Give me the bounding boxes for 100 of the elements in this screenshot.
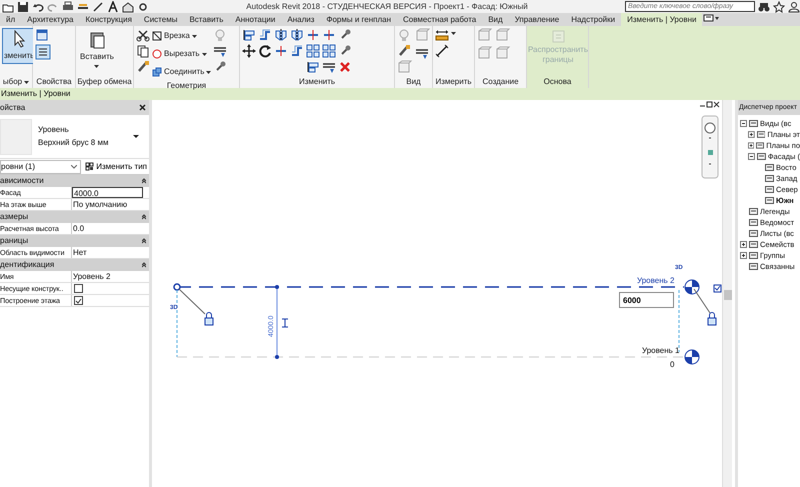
dimension-icon[interactable] bbox=[435, 44, 449, 58]
mirror-icon[interactable] bbox=[274, 28, 288, 42]
ribbon-tab[interactable]: Архитектура bbox=[21, 13, 80, 26]
caret-icon bbox=[192, 34, 197, 38]
join-icon bbox=[152, 67, 162, 77]
ribbon-tab[interactable]: йл bbox=[0, 13, 22, 26]
panel-label: ыбор bbox=[2, 76, 22, 88]
ribbon-tab[interactable]: Аннотации bbox=[229, 13, 282, 26]
collapse-icon[interactable] bbox=[740, 120, 747, 127]
ribbon-tab[interactable]: Надстройки bbox=[565, 13, 622, 26]
property-value: По умолчанию bbox=[72, 199, 128, 210]
checkbox[interactable] bbox=[74, 284, 83, 293]
offset-icon[interactable] bbox=[290, 44, 304, 58]
mirror-icon[interactable] bbox=[290, 28, 304, 42]
ribbon-tab[interactable]: Изменить | Уровни bbox=[621, 13, 702, 26]
ribbon-tab[interactable]: Вставить bbox=[183, 13, 230, 26]
leader-line bbox=[178, 288, 206, 314]
panel-label: Изменить bbox=[298, 76, 336, 88]
text-icon[interactable] bbox=[107, 0, 119, 12]
split-icon[interactable] bbox=[274, 44, 288, 58]
array-icon[interactable] bbox=[306, 44, 320, 58]
rotate-icon[interactable] bbox=[258, 44, 272, 58]
beam-icon[interactable] bbox=[282, 318, 288, 328]
copy-icon[interactable] bbox=[136, 44, 150, 58]
panel-label: Измерить bbox=[435, 76, 472, 88]
collapse-icon[interactable] bbox=[142, 214, 146, 220]
scrollbar[interactable] bbox=[722, 100, 732, 487]
expand-icon[interactable] bbox=[740, 252, 747, 259]
brush-icon[interactable] bbox=[397, 44, 411, 58]
delete-icon[interactable] bbox=[338, 60, 352, 74]
property-value: Уровень 2 bbox=[72, 271, 112, 282]
printer-icon[interactable] bbox=[62, 0, 74, 12]
lock-icon[interactable] bbox=[708, 312, 716, 326]
level-head-icon[interactable] bbox=[684, 280, 700, 294]
array-icon[interactable] bbox=[322, 44, 336, 58]
checkbox-icon[interactable] bbox=[714, 284, 722, 292]
ribbon-tab[interactable]: Совместная работа bbox=[397, 13, 482, 26]
star-icon[interactable] bbox=[773, 0, 785, 12]
ribbon-tab[interactable]: Формы и генплан bbox=[320, 13, 398, 26]
cut-icon bbox=[152, 49, 162, 59]
save-icon[interactable] bbox=[17, 0, 29, 12]
level-name[interactable]: Уровень 1 bbox=[642, 346, 680, 355]
property-input[interactable]: 4000.0 bbox=[72, 187, 143, 198]
collapse-icon[interactable] bbox=[142, 238, 146, 244]
dimension-line[interactable] bbox=[275, 285, 279, 359]
user-icon[interactable] bbox=[788, 0, 800, 12]
window-title: Autodesk Revit 2018 - СТУДЕНЧЕСКАЯ ВЕРСИЯ - Проект1 - Фасад: Южный bbox=[245, 0, 529, 12]
group-header: ависимости bbox=[0, 175, 44, 187]
scissors-icon[interactable] bbox=[136, 28, 150, 42]
move-icon[interactable] bbox=[242, 44, 256, 58]
cut-icon bbox=[152, 31, 162, 41]
window-icon[interactable] bbox=[35, 28, 49, 42]
tool-button[interactable]: Врезка bbox=[152, 28, 212, 44]
ruler-icon[interactable] bbox=[435, 28, 449, 42]
level-head-icon[interactable] bbox=[684, 350, 700, 364]
level-name[interactable]: Уровень 2 bbox=[637, 276, 674, 285]
level-elevation[interactable]: 0 bbox=[670, 360, 674, 369]
brush-icon[interactable] bbox=[136, 60, 150, 74]
panel-label: Свойства bbox=[36, 76, 72, 88]
panel-title: ойства bbox=[0, 102, 26, 114]
ribbon-tab[interactable]: Анализ bbox=[281, 13, 320, 26]
split-icon[interactable] bbox=[306, 28, 320, 42]
cursor-icon bbox=[12, 30, 26, 48]
level-line[interactable] bbox=[173, 283, 684, 291]
property-value: 0.0 bbox=[72, 223, 86, 234]
type-detail: Верхний брус 8 мм bbox=[38, 136, 110, 149]
expand-icon[interactable] bbox=[748, 142, 754, 149]
ribbon-tab[interactable]: Системы bbox=[138, 13, 184, 26]
close-icon[interactable] bbox=[139, 104, 146, 111]
dropdown-icon[interactable] bbox=[133, 135, 139, 138]
collapse-icon[interactable] bbox=[142, 262, 146, 268]
line-icon[interactable] bbox=[92, 0, 104, 12]
circle-icon[interactable] bbox=[137, 0, 149, 12]
window-controls-icon[interactable] bbox=[700, 102, 720, 108]
lock-icon[interactable] bbox=[204, 312, 214, 326]
expand-icon[interactable] bbox=[748, 131, 755, 138]
checkbox[interactable] bbox=[74, 296, 83, 305]
ribbon-tab[interactable]: Вид bbox=[482, 13, 509, 26]
ribbon-tab[interactable]: Конструкция bbox=[79, 13, 138, 26]
type-icon bbox=[85, 162, 94, 171]
split-icon[interactable] bbox=[322, 28, 336, 42]
tool-button[interactable]: Соединить bbox=[152, 64, 212, 80]
edit-type-button[interactable]: Изменить тип bbox=[83, 160, 149, 172]
properties-icon[interactable] bbox=[35, 44, 51, 60]
expand-icon[interactable] bbox=[740, 241, 747, 248]
binoculars-icon[interactable] bbox=[758, 0, 770, 12]
collapse-icon[interactable] bbox=[142, 178, 146, 184]
leader-line bbox=[694, 288, 710, 314]
caret-icon bbox=[202, 52, 207, 56]
elevation-input[interactable]: 6000 bbox=[619, 292, 674, 308]
align-icon[interactable] bbox=[306, 60, 320, 74]
panel-menu-icon[interactable] bbox=[702, 13, 720, 23]
paste-button[interactable]: Вставить bbox=[78, 28, 116, 70]
tool-button[interactable]: Вырезать bbox=[152, 46, 212, 62]
instance-selector[interactable]: ровни (1) bbox=[0, 160, 82, 174]
align-icon[interactable] bbox=[242, 28, 256, 42]
navigation-bar[interactable] bbox=[702, 116, 718, 178]
offset-icon[interactable] bbox=[258, 28, 272, 42]
collapse-icon[interactable] bbox=[748, 153, 755, 160]
ribbon-tab[interactable]: Управление bbox=[508, 13, 566, 26]
